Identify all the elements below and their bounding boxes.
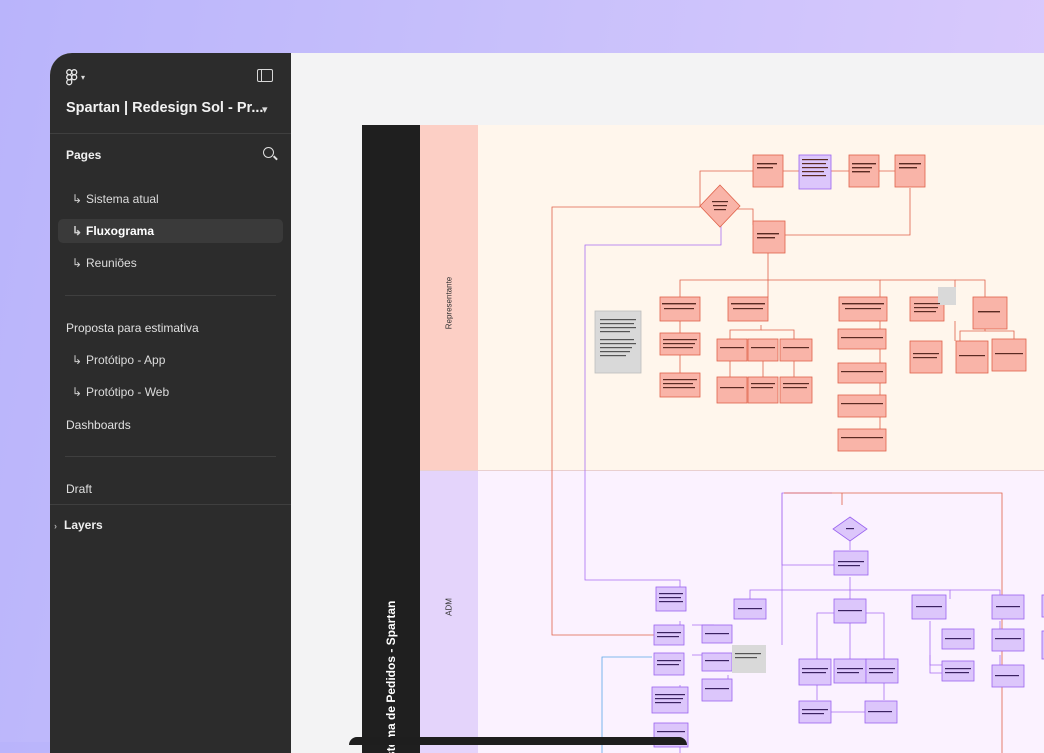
sub-arrow-icon: ↳ [72,353,83,367]
search-icon[interactable] [263,147,274,158]
left-sidebar: ▾ Spartan | Redesign Sol - Pr... ▾ Pages… [50,53,291,753]
page-item-sistema-atual[interactable]: ↳ Sistema atual [58,187,283,211]
figma-logo-icon[interactable]: ▾ [66,67,96,87]
flowchart-frame[interactable]: Sistema de Pedidos - Spartan Representan… [362,125,1044,753]
page-item-draft[interactable]: Draft [66,482,92,496]
page-item-prototipo-app[interactable]: ↳ Protótipo - App [58,348,283,372]
layers-section-toggle[interactable]: › Layers [54,518,103,532]
file-title[interactable]: Spartan | Redesign Sol - Pr... [66,100,263,116]
flowchart-diagram [551,154,1044,753]
page-item-proposta[interactable]: Proposta para estimativa [66,321,199,335]
chevron-right-icon: › [54,521,57,531]
page-item-dashboards[interactable]: Dashboards [66,418,131,432]
page-label: Reuniões [86,256,137,270]
figma-mark-icon [66,68,78,85]
sub-arrow-icon: ↳ [72,256,83,270]
page-label: Protótipo - Web [86,385,170,399]
design-canvas[interactable]: Sistema de Pedidos - Spartan Representan… [291,53,1044,753]
chevron-down-icon[interactable]: ▾ [81,73,85,82]
divider [50,133,291,134]
sub-arrow-icon: ↳ [72,224,83,238]
divider [50,504,291,505]
pages-heading: Pages [66,148,102,162]
bottom-toolbar[interactable] [349,737,687,745]
sub-arrow-icon: ↳ [72,385,83,399]
layers-heading: Layers [64,518,103,532]
divider [65,295,276,296]
page-label: Protótipo - App [86,353,166,367]
app-window: ▾ Spartan | Redesign Sol - Pr... ▾ Pages… [50,53,1044,753]
sidebar-header: ▾ [66,67,275,87]
sub-arrow-icon: ↳ [72,192,83,206]
divider [65,456,276,457]
page-label: Sistema atual [86,192,159,206]
page-item-reunioes[interactable]: ↳ Reuniões [58,251,283,275]
page-item-prototipo-web[interactable]: ↳ Protótipo - Web [58,380,283,404]
page-label: Fluxograma [86,224,155,238]
page-item-fluxograma[interactable]: ↳ Fluxograma [58,219,283,243]
panel-toggle-icon[interactable] [257,69,273,82]
file-menu-chevron-icon[interactable]: ▾ [262,103,268,116]
